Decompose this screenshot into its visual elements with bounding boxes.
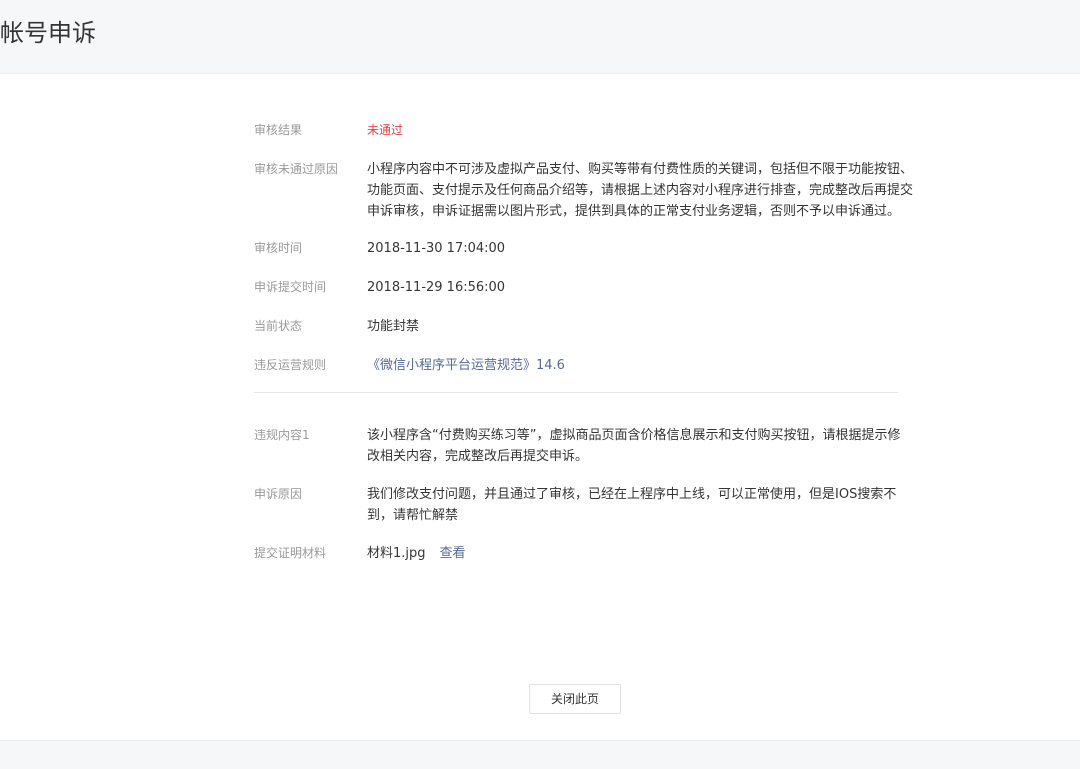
status-row: 当前状态 功能封禁 [254, 316, 898, 337]
violation-content-line: 该小程序含“付费购买练习等”，虚拟商品页面含价格信息展示和支付购买按钮，请根据提… [367, 428, 901, 443]
appeal-reason-row: 申诉原因 我们修改支付问题，并且通过了审核，已经在上程序中上线，可以正常使用，但… [254, 484, 898, 526]
status-value: 功能封禁 [367, 319, 420, 334]
audit-reason-line: 小程序内容中不可涉及虚拟产品支付、购买等带有付费性质的关键词，包括但不限于功能按… [367, 162, 914, 177]
audit-reason-line: 申诉审核，申诉证据需以图片形式，提供到具体的正常支付业务逻辑，否则不予以申诉通过… [367, 204, 901, 219]
appeal-reason-label: 申诉原因 [254, 487, 303, 501]
appeal-reason-line: 到，请帮忙解禁 [367, 508, 459, 523]
evidence-file-name: 材料1.jpg [367, 546, 426, 561]
submit-time-value: 2018-11-29 16:56:00 [367, 280, 506, 295]
violation-content-value: 该小程序含“付费购买练习等”，虚拟商品页面含价格信息展示和支付购买按钮，请根据提… [367, 425, 900, 467]
audit-time-label: 审核时间 [254, 241, 303, 255]
evidence-row: 提交证明材料 材料1.jpg 查看 [254, 543, 898, 564]
page-footer [0, 740, 1080, 769]
evidence-label: 提交证明材料 [254, 546, 327, 560]
audit-result-row: 审核结果 未通过 [254, 120, 898, 141]
violation-content-line: 改相关内容，完成整改后再提交申诉。 [367, 449, 589, 464]
audit-reason-row: 审核未通过原因 小程序内容中不可涉及虚拟产品支付、购买等带有付费性质的关键词，包… [254, 159, 913, 222]
submit-time-row: 申诉提交时间 2018-11-29 16:56:00 [254, 277, 898, 298]
page-title: 帐号申诉 [0, 19, 96, 47]
close-page-button[interactable]: 关闭此页 [529, 684, 621, 714]
view-evidence-link[interactable]: 查看 [440, 546, 466, 561]
audit-reason-line: 功能页面、支付提示及任何商品介绍等，请根据上述内容对小程序进行排查，完成整改后再… [367, 183, 914, 198]
audit-reason-label: 审核未通过原因 [254, 162, 339, 176]
audit-result-value: 未通过 [367, 123, 404, 137]
audit-time-row: 审核时间 2018-11-30 17:04:00 [254, 238, 898, 259]
audit-time-value: 2018-11-30 17:04:00 [367, 241, 506, 256]
status-label: 当前状态 [254, 319, 303, 333]
page-header: 帐号申诉 [0, 0, 1080, 74]
rule-row: 违反运营规则 《微信小程序平台运营规范》14.6 [254, 355, 898, 376]
appeal-reason-value: 我们修改支付问题，并且通过了审核，已经在上程序中上线，可以正常使用，但是IOS搜… [367, 484, 898, 526]
violation-content-row: 违规内容1 该小程序含“付费购买练习等”，虚拟商品页面含价格信息展示和支付购买按… [254, 425, 900, 467]
submit-time-label: 申诉提交时间 [254, 280, 327, 294]
audit-result-label: 审核结果 [254, 123, 303, 137]
section-divider [254, 392, 898, 393]
appeal-reason-line: 我们修改支付问题，并且通过了审核，已经在上程序中上线，可以正常使用，但是IOS搜… [367, 487, 897, 502]
appeal-details: 审核结果 未通过 审核未通过原因 小程序内容中不可涉及虚拟产品支付、购买等带有付… [254, 120, 913, 564]
rule-link[interactable]: 《微信小程序平台运营规范》14.6 [367, 355, 898, 376]
violation-content-label: 违规内容1 [254, 428, 310, 442]
audit-reason-value: 小程序内容中不可涉及虚拟产品支付、购买等带有付费性质的关键词，包括但不限于功能按… [367, 159, 913, 222]
evidence-value: 材料1.jpg 查看 [367, 543, 898, 564]
rule-label: 违反运营规则 [254, 358, 327, 372]
